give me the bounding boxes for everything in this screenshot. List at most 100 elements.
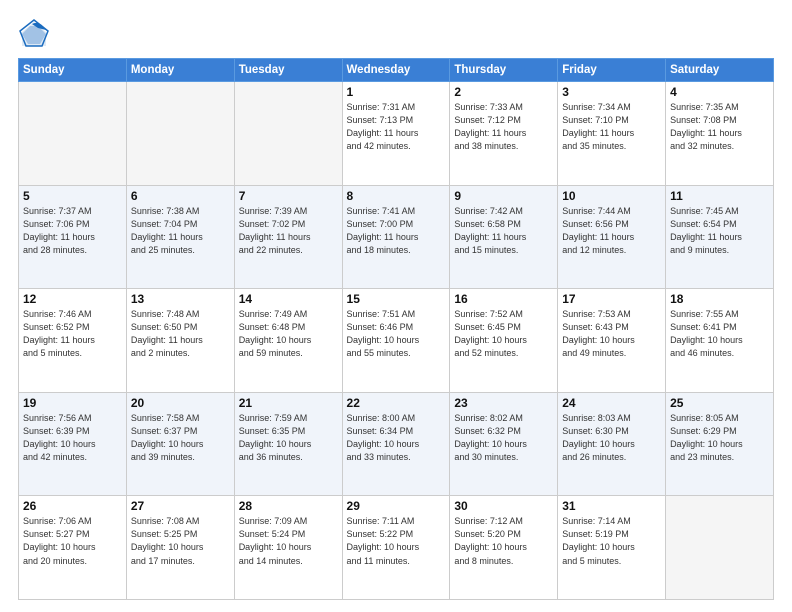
day-number: 11 bbox=[670, 189, 769, 203]
day-info: Sunrise: 7:06 AM Sunset: 5:27 PM Dayligh… bbox=[23, 515, 122, 567]
day-info: Sunrise: 7:41 AM Sunset: 7:00 PM Dayligh… bbox=[347, 205, 446, 257]
day-number: 4 bbox=[670, 85, 769, 99]
day-number: 6 bbox=[131, 189, 230, 203]
calendar-week-4: 19 Sunrise: 7:56 AM Sunset: 6:39 PM Dayli… bbox=[19, 392, 774, 496]
day-number: 2 bbox=[454, 85, 553, 99]
calendar-week-5: 26 Sunrise: 7:06 AM Sunset: 5:27 PM Dayli… bbox=[19, 496, 774, 600]
day-number: 26 bbox=[23, 499, 122, 513]
calendar-cell: 9 Sunrise: 7:42 AM Sunset: 6:58 PM Daylig… bbox=[450, 185, 558, 289]
day-number: 27 bbox=[131, 499, 230, 513]
day-info: Sunrise: 7:37 AM Sunset: 7:06 PM Dayligh… bbox=[23, 205, 122, 257]
calendar-cell: 2 Sunrise: 7:33 AM Sunset: 7:12 PM Daylig… bbox=[450, 82, 558, 186]
day-info: Sunrise: 8:05 AM Sunset: 6:29 PM Dayligh… bbox=[670, 412, 769, 464]
page: SundayMondayTuesdayWednesdayThursdayFrid… bbox=[0, 0, 792, 612]
calendar-cell: 10 Sunrise: 7:44 AM Sunset: 6:56 PM Dayli… bbox=[558, 185, 666, 289]
day-info: Sunrise: 7:08 AM Sunset: 5:25 PM Dayligh… bbox=[131, 515, 230, 567]
day-number: 7 bbox=[239, 189, 338, 203]
calendar-cell: 26 Sunrise: 7:06 AM Sunset: 5:27 PM Dayli… bbox=[19, 496, 127, 600]
calendar-cell: 23 Sunrise: 8:02 AM Sunset: 6:32 PM Dayli… bbox=[450, 392, 558, 496]
day-number: 18 bbox=[670, 292, 769, 306]
calendar-cell: 28 Sunrise: 7:09 AM Sunset: 5:24 PM Dayli… bbox=[234, 496, 342, 600]
day-number: 30 bbox=[454, 499, 553, 513]
calendar-week-2: 5 Sunrise: 7:37 AM Sunset: 7:06 PM Daylig… bbox=[19, 185, 774, 289]
calendar-cell: 22Sunrise: 8:00 AM Sunset: 6:34 PM Dayli… bbox=[342, 392, 450, 496]
day-info: Sunrise: 7:11 AM Sunset: 5:22 PM Dayligh… bbox=[347, 515, 446, 567]
calendar-cell: 17Sunrise: 7:53 AM Sunset: 6:43 PM Dayli… bbox=[558, 289, 666, 393]
day-number: 21 bbox=[239, 396, 338, 410]
day-info: Sunrise: 7:48 AM Sunset: 6:50 PM Dayligh… bbox=[131, 308, 230, 360]
day-number: 10 bbox=[562, 189, 661, 203]
day-info: Sunrise: 7:56 AM Sunset: 6:39 PM Dayligh… bbox=[23, 412, 122, 464]
calendar-cell: 24 Sunrise: 8:03 AM Sunset: 6:30 PM Dayli… bbox=[558, 392, 666, 496]
day-info: Sunrise: 7:09 AM Sunset: 5:24 PM Dayligh… bbox=[239, 515, 338, 567]
day-info: Sunrise: 8:02 AM Sunset: 6:32 PM Dayligh… bbox=[454, 412, 553, 464]
day-number: 23 bbox=[454, 396, 553, 410]
calendar-week-3: 12 Sunrise: 7:46 AM Sunset: 6:52 PM Dayli… bbox=[19, 289, 774, 393]
calendar-cell bbox=[19, 82, 127, 186]
calendar-week-1: 1Sunrise: 7:31 AM Sunset: 7:13 PM Daylig… bbox=[19, 82, 774, 186]
calendar-cell bbox=[234, 82, 342, 186]
logo-icon bbox=[18, 18, 50, 50]
calendar-cell: 30 Sunrise: 7:12 AM Sunset: 5:20 PM Dayli… bbox=[450, 496, 558, 600]
day-info: Sunrise: 7:44 AM Sunset: 6:56 PM Dayligh… bbox=[562, 205, 661, 257]
day-number: 24 bbox=[562, 396, 661, 410]
day-number: 16 bbox=[454, 292, 553, 306]
day-info: Sunrise: 7:34 AM Sunset: 7:10 PM Dayligh… bbox=[562, 101, 661, 153]
day-number: 20 bbox=[131, 396, 230, 410]
calendar: SundayMondayTuesdayWednesdayThursdayFrid… bbox=[18, 58, 774, 600]
calendar-cell: 15 Sunrise: 7:51 AM Sunset: 6:46 PM Dayli… bbox=[342, 289, 450, 393]
calendar-cell: 27 Sunrise: 7:08 AM Sunset: 5:25 PM Dayli… bbox=[126, 496, 234, 600]
day-info: Sunrise: 7:46 AM Sunset: 6:52 PM Dayligh… bbox=[23, 308, 122, 360]
day-info: Sunrise: 8:03 AM Sunset: 6:30 PM Dayligh… bbox=[562, 412, 661, 464]
day-number: 13 bbox=[131, 292, 230, 306]
day-info: Sunrise: 7:49 AM Sunset: 6:48 PM Dayligh… bbox=[239, 308, 338, 360]
weekday-header-saturday: Saturday bbox=[666, 59, 774, 82]
day-info: Sunrise: 7:38 AM Sunset: 7:04 PM Dayligh… bbox=[131, 205, 230, 257]
weekday-header-row: SundayMondayTuesdayWednesdayThursdayFrid… bbox=[19, 59, 774, 82]
calendar-cell: 5 Sunrise: 7:37 AM Sunset: 7:06 PM Daylig… bbox=[19, 185, 127, 289]
calendar-cell: 14 Sunrise: 7:49 AM Sunset: 6:48 PM Dayli… bbox=[234, 289, 342, 393]
calendar-cell: 12 Sunrise: 7:46 AM Sunset: 6:52 PM Dayli… bbox=[19, 289, 127, 393]
day-number: 25 bbox=[670, 396, 769, 410]
day-number: 12 bbox=[23, 292, 122, 306]
calendar-cell: 21 Sunrise: 7:59 AM Sunset: 6:35 PM Dayli… bbox=[234, 392, 342, 496]
day-number: 31 bbox=[562, 499, 661, 513]
day-number: 19 bbox=[23, 396, 122, 410]
calendar-cell: 19 Sunrise: 7:56 AM Sunset: 6:39 PM Dayli… bbox=[19, 392, 127, 496]
day-info: Sunrise: 7:53 AM Sunset: 6:43 PM Dayligh… bbox=[562, 308, 661, 360]
day-number: 29 bbox=[347, 499, 446, 513]
calendar-cell bbox=[666, 496, 774, 600]
calendar-cell: 29 Sunrise: 7:11 AM Sunset: 5:22 PM Dayli… bbox=[342, 496, 450, 600]
calendar-cell: 13 Sunrise: 7:48 AM Sunset: 6:50 PM Dayli… bbox=[126, 289, 234, 393]
day-info: Sunrise: 7:35 AM Sunset: 7:08 PM Dayligh… bbox=[670, 101, 769, 153]
day-info: Sunrise: 7:14 AM Sunset: 5:19 PM Dayligh… bbox=[562, 515, 661, 567]
day-info: Sunrise: 7:33 AM Sunset: 7:12 PM Dayligh… bbox=[454, 101, 553, 153]
day-info: Sunrise: 7:12 AM Sunset: 5:20 PM Dayligh… bbox=[454, 515, 553, 567]
day-number: 8 bbox=[347, 189, 446, 203]
header bbox=[18, 18, 774, 50]
day-info: Sunrise: 7:31 AM Sunset: 7:13 PM Dayligh… bbox=[347, 101, 446, 153]
calendar-cell: 18 Sunrise: 7:55 AM Sunset: 6:41 PM Dayli… bbox=[666, 289, 774, 393]
calendar-cell: 1Sunrise: 7:31 AM Sunset: 7:13 PM Daylig… bbox=[342, 82, 450, 186]
day-number: 28 bbox=[239, 499, 338, 513]
day-info: Sunrise: 7:45 AM Sunset: 6:54 PM Dayligh… bbox=[670, 205, 769, 257]
day-number: 22 bbox=[347, 396, 446, 410]
day-number: 9 bbox=[454, 189, 553, 203]
day-number: 3 bbox=[562, 85, 661, 99]
calendar-cell bbox=[126, 82, 234, 186]
day-info: Sunrise: 7:55 AM Sunset: 6:41 PM Dayligh… bbox=[670, 308, 769, 360]
weekday-header-wednesday: Wednesday bbox=[342, 59, 450, 82]
calendar-cell: 20 Sunrise: 7:58 AM Sunset: 6:37 PM Dayli… bbox=[126, 392, 234, 496]
day-info: Sunrise: 7:51 AM Sunset: 6:46 PM Dayligh… bbox=[347, 308, 446, 360]
day-info: Sunrise: 7:42 AM Sunset: 6:58 PM Dayligh… bbox=[454, 205, 553, 257]
day-info: Sunrise: 7:39 AM Sunset: 7:02 PM Dayligh… bbox=[239, 205, 338, 257]
day-number: 5 bbox=[23, 189, 122, 203]
day-number: 14 bbox=[239, 292, 338, 306]
day-info: Sunrise: 7:59 AM Sunset: 6:35 PM Dayligh… bbox=[239, 412, 338, 464]
calendar-cell: 4 Sunrise: 7:35 AM Sunset: 7:08 PM Daylig… bbox=[666, 82, 774, 186]
day-info: Sunrise: 7:58 AM Sunset: 6:37 PM Dayligh… bbox=[131, 412, 230, 464]
calendar-cell: 3 Sunrise: 7:34 AM Sunset: 7:10 PM Daylig… bbox=[558, 82, 666, 186]
calendar-cell: 16Sunrise: 7:52 AM Sunset: 6:45 PM Dayli… bbox=[450, 289, 558, 393]
day-number: 15 bbox=[347, 292, 446, 306]
calendar-cell: 31 Sunrise: 7:14 AM Sunset: 5:19 PM Dayli… bbox=[558, 496, 666, 600]
